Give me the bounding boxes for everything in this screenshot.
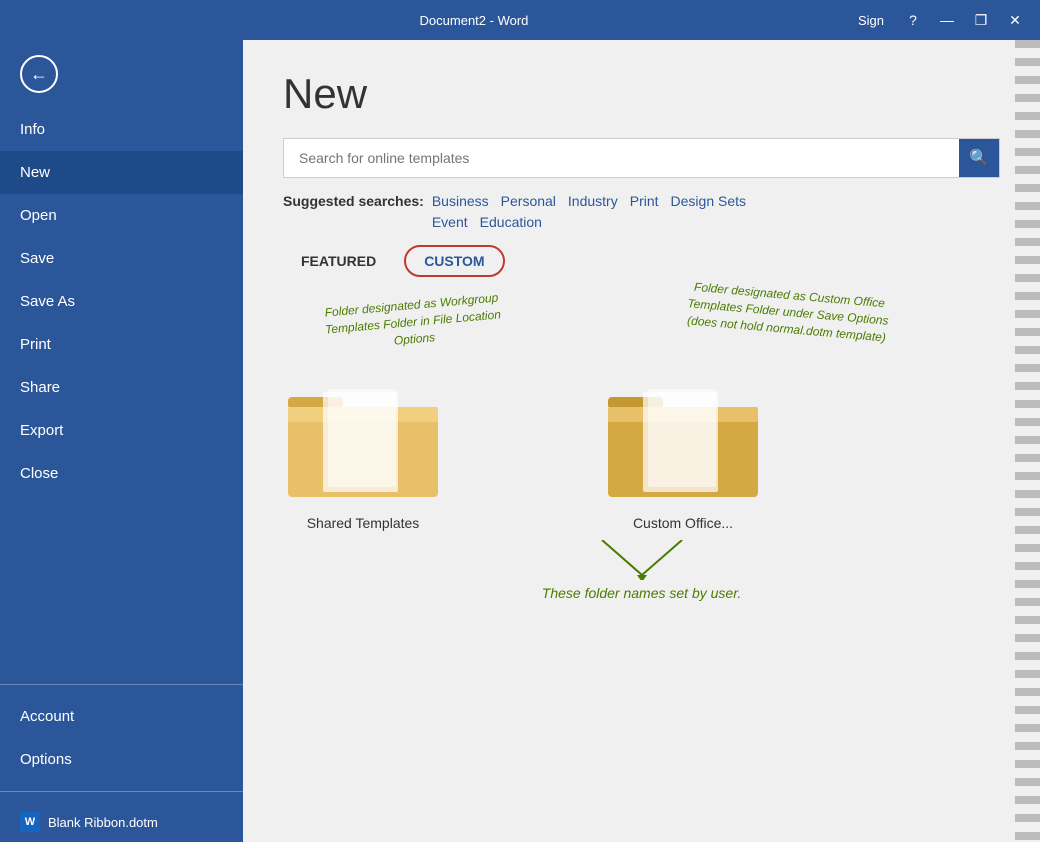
help-button[interactable]: ? (898, 5, 928, 35)
app-body: ← Info New Open Save Save As Print Share… (0, 40, 1040, 842)
sidebar-item-save[interactable]: Save (0, 237, 243, 280)
sidebar-item-print[interactable]: Print (0, 323, 243, 366)
search-row-1: Suggested searches: Business Personal In… (283, 193, 1000, 209)
tabs-row: FEATURED CUSTOM (283, 245, 1000, 277)
arrows-annotation-area: These folder names set by user. (542, 540, 742, 601)
search-link-personal[interactable]: Personal (501, 193, 556, 209)
search-link-industry[interactable]: Industry (568, 193, 618, 209)
window-title: Document2 - Word (90, 13, 858, 28)
minimize-button[interactable]: — (932, 5, 962, 35)
search-link-print[interactable]: Print (630, 193, 659, 209)
folder-custom-office[interactable]: Custom Office... (603, 377, 763, 531)
search-link-business[interactable]: Business (432, 193, 489, 209)
back-button[interactable]: ← (0, 40, 243, 108)
tab-custom[interactable]: CUSTOM (404, 245, 504, 277)
arrows-svg (542, 540, 742, 580)
back-circle-icon[interactable]: ← (20, 55, 58, 93)
sidebar-bottom: Account Options W Blank Ribbon.dotm (0, 674, 243, 842)
folder-shared[interactable]: Shared Templates (283, 377, 443, 531)
sidebar-item-save-as[interactable]: Save As (0, 280, 243, 323)
annotation-left: Folder designated as Workgroup Templates… (311, 288, 515, 356)
sign-in-text[interactable]: Sign (858, 13, 884, 28)
title-bar: Document2 - Word Sign ? — ❐ ✕ (0, 0, 1040, 40)
word-file-icon: W (20, 812, 40, 832)
folder-shared-label: Shared Templates (307, 515, 420, 531)
recent-file-item[interactable]: W Blank Ribbon.dotm (0, 802, 243, 842)
suggested-searches: Suggested searches: Business Personal In… (283, 193, 1000, 230)
search-link-design-sets[interactable]: Design Sets (671, 193, 746, 209)
close-button[interactable]: ✕ (1000, 5, 1030, 35)
sidebar-item-close[interactable]: Close (0, 452, 243, 495)
sidebar-item-options[interactable]: Options (0, 738, 243, 781)
search-row-2: Suggested searches: Event Education (283, 214, 1000, 230)
folders-row: Shared Templates Custom Office... (283, 357, 1000, 551)
recent-file-name: Blank Ribbon.dotm (48, 815, 158, 830)
folder-custom-icon (603, 377, 763, 507)
tab-featured[interactable]: FEATURED (283, 247, 394, 275)
search-link-event[interactable]: Event (432, 214, 468, 230)
sidebar-item-new[interactable]: New (0, 151, 243, 194)
templates-area: Folder designated as Workgroup Templates… (283, 297, 1000, 631)
search-icon: 🔍 (969, 148, 989, 168)
annotation-right: Folder designated as Custom Office Templ… (671, 277, 905, 347)
search-container: 🔍 (283, 138, 1000, 178)
folder-shared-icon (283, 377, 443, 507)
folder-custom-office-label: Custom Office... (633, 515, 733, 531)
bottom-annotation: These folder names set by user. (542, 585, 741, 601)
jagged-edge (1015, 40, 1040, 842)
sidebar-item-open[interactable]: Open (0, 194, 243, 237)
sidebar: ← Info New Open Save Save As Print Share… (0, 40, 243, 842)
sidebar-item-export[interactable]: Export (0, 409, 243, 452)
suggested-label: Suggested searches: (283, 193, 424, 209)
search-input[interactable] (284, 140, 959, 176)
search-link-education[interactable]: Education (480, 214, 542, 230)
main-content: New 🔍 Suggested searches: Business Perso… (243, 40, 1040, 842)
page-title: New (283, 70, 1000, 118)
maximize-button[interactable]: ❐ (966, 5, 996, 35)
sidebar-item-info[interactable]: Info (0, 108, 243, 151)
search-button[interactable]: 🔍 (959, 139, 999, 177)
sidebar-nav: Info New Open Save Save As Print Share E… (0, 108, 243, 495)
sidebar-item-account[interactable]: Account (0, 695, 243, 738)
sidebar-item-share[interactable]: Share (0, 366, 243, 409)
